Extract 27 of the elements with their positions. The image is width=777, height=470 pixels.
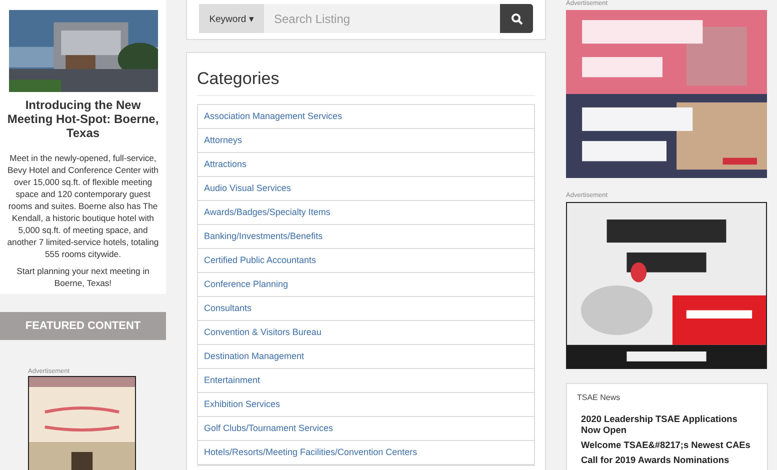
category-link[interactable]: Association Management Services	[198, 105, 534, 129]
search-icon	[510, 12, 522, 24]
feature-title: Introducing the New Meeting Hot-Spot: Boerne, Texas	[7, 98, 159, 140]
category-link[interactable]: Conference Planning	[198, 273, 534, 297]
categories-title: Categories	[197, 69, 535, 96]
category-link[interactable]: Exhibition Services	[198, 393, 534, 417]
category-link[interactable]: Certified Public Accountants	[198, 249, 534, 273]
category-link[interactable]: Banking/Investments/Benefits	[198, 225, 534, 249]
category-link[interactable]: Hotels/Resorts/Meeting Facilities/Convention Centers	[198, 441, 534, 465]
feature-paragraph: Meet in the newly-opened, full-service, Bevy Hotel and Conference Center with over 15,000 sq.ft. of flexible meeting space and 120 contemporary guest rooms and suites. Boerne also has The Kendall, a historic boutique hotel with 5,000 sq.ft. of meeting space, and another 7 limited-service hotels, totaling 555 rooms citywide.	[7, 152, 159, 260]
category-link[interactable]: Attractions	[198, 153, 534, 177]
category-link[interactable]: Attorneys	[198, 129, 534, 153]
category-link[interactable]: Consultants	[198, 297, 534, 321]
category-link[interactable]: Awards/Badges/Specialty Items	[198, 201, 534, 225]
news-link[interactable]: Welcome TSAE&#8217;s Newest CAEs	[581, 440, 757, 451]
search-button[interactable]	[500, 4, 533, 33]
search-field[interactable]: Search Listing	[264, 4, 500, 33]
feature-paragraph: Start planning your next meeting in Boerne, Texas!	[16, 265, 150, 289]
keyword-dropdown[interactable]: Keyword ▾	[199, 4, 264, 33]
news-link[interactable]: Call for 2019 Awards Nominations	[581, 455, 757, 466]
category-link[interactable]: Convention & Visitors Bureau	[198, 321, 534, 345]
category-link[interactable]: Entertainment	[198, 369, 534, 393]
category-link[interactable]: Audio Visual Services	[198, 177, 534, 201]
category-link[interactable]: Golf Clubs/Tournament Services	[198, 417, 534, 441]
category-link[interactable]: Destination Management	[198, 345, 534, 369]
news-title: TSAE News	[577, 393, 622, 402]
news-link[interactable]: 2020 Leadership TSAE Applications Now Open	[581, 414, 757, 436]
